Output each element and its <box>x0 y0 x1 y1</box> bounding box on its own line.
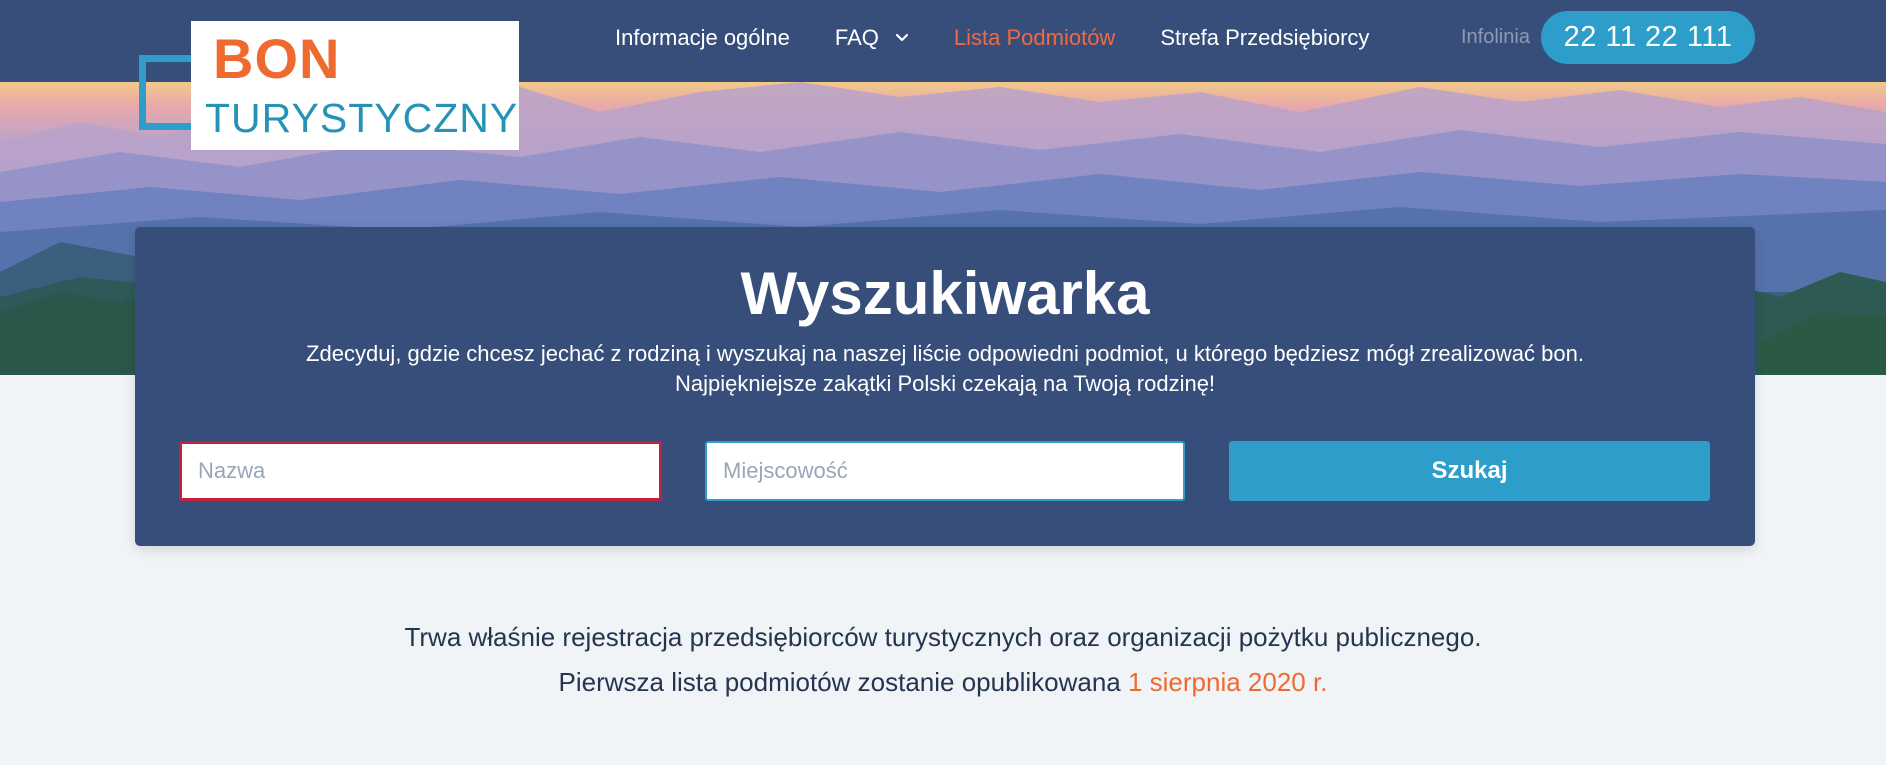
info-publication-date: 1 sierpnia 2020 r. <box>1127 667 1328 697</box>
search-subtitle-line1: Zdecyduj, gdzie chcesz jechać z rodziną … <box>306 341 1584 366</box>
nav-item-strefa-przedsiebiorcy[interactable]: Strefa Przedsiębiorcy <box>1160 25 1369 51</box>
info-publication-text: Pierwsza lista podmiotów zostanie opubli… <box>0 665 1886 699</box>
main-nav: Informacje ogólne FAQ Lista Podmiotów St… <box>615 0 1414 76</box>
chevron-down-icon <box>895 33 909 42</box>
info-publication-prefix: Pierwsza lista podmiotów zostanie opubli… <box>558 667 1121 697</box>
name-input[interactable] <box>179 441 662 501</box>
search-title: Wyszukiwarka <box>740 260 1150 327</box>
infolinia-label: Infolinia <box>1461 26 1530 48</box>
search-subtitle: Zdecyduj, gdzie chcesz jechać z rodziną … <box>135 339 1755 399</box>
info-registration-text: Trwa właśnie rejestracja przedsiębiorców… <box>404 622 1482 652</box>
logo-text-turystyczny: TURYSTYCZNY <box>205 95 519 141</box>
nav-item-lista-podmiotow[interactable]: Lista Podmiotów <box>954 25 1115 51</box>
nav-item-faq[interactable]: FAQ <box>835 25 909 51</box>
search-subtitle-line2: Najpiękniejsze zakątki Polski czekają na… <box>674 371 1216 396</box>
city-input[interactable] <box>705 441 1185 501</box>
phone-button[interactable]: 22 11 22 111 <box>1541 11 1755 64</box>
page: Informacje ogólne FAQ Lista Podmiotów St… <box>0 0 1886 765</box>
nav-item-faq-label: FAQ <box>834 25 879 50</box>
nav-item-informacje[interactable]: Informacje ogólne <box>615 25 790 51</box>
search-panel: Wyszukiwarka Zdecyduj, gdzie chcesz jech… <box>135 227 1755 546</box>
logo-text-bon: BON <box>213 27 341 90</box>
search-button[interactable]: Szukaj <box>1229 441 1710 501</box>
